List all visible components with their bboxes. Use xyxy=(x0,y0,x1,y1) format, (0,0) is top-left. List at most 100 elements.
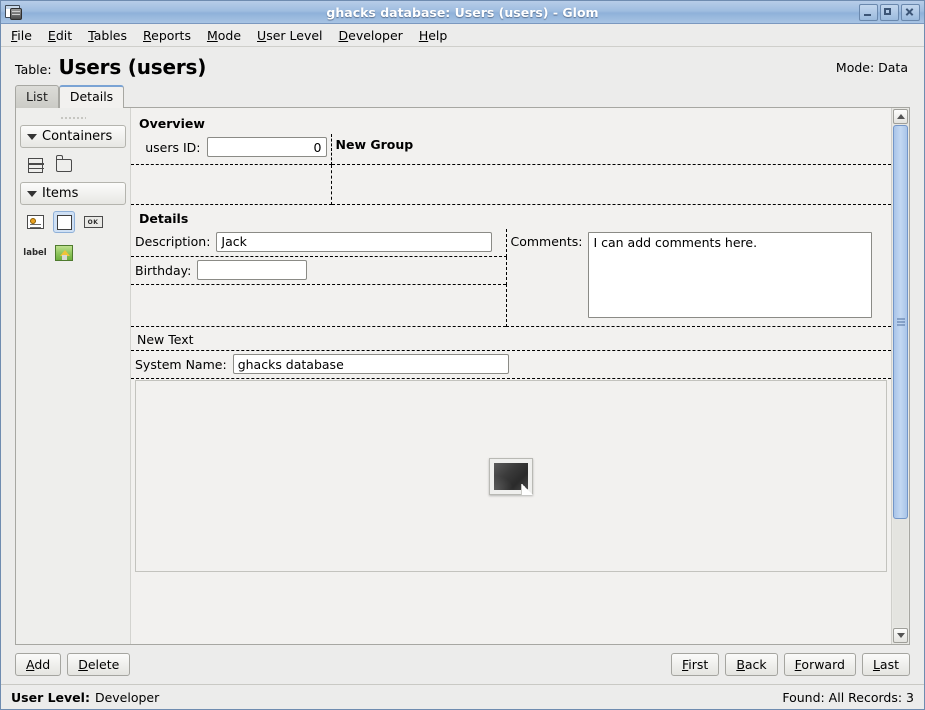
menu-mode-rest: ode xyxy=(217,27,242,43)
mode-indicator: Mode: Data xyxy=(835,59,908,75)
description-label: Description: xyxy=(135,234,211,249)
text-item-icon[interactable] xyxy=(53,211,75,233)
chevron-down-icon xyxy=(27,190,37,197)
image-placeholder-icon xyxy=(489,457,533,495)
scroll-thumb[interactable] xyxy=(893,125,908,519)
field-item-icon[interactable] xyxy=(24,211,46,233)
system-name-input[interactable] xyxy=(232,354,509,374)
description-input[interactable] xyxy=(216,231,493,252)
menu-developer-rest: eveloper xyxy=(348,27,403,43)
menu-reports[interactable]: Reports xyxy=(135,26,199,45)
image-field-frame[interactable] xyxy=(135,380,887,572)
group-title-details: Details xyxy=(139,210,189,226)
overview-layout-table: users ID: New Group xyxy=(131,134,891,205)
palette-items-label: Items xyxy=(42,186,79,201)
delete-button[interactable]: Delete xyxy=(67,653,131,676)
menu-mode[interactable]: Mode xyxy=(199,26,249,45)
palette-expander-items[interactable]: Items xyxy=(20,182,126,205)
menu-user-level[interactable]: User Level xyxy=(249,26,330,45)
chevron-down-icon xyxy=(27,133,37,140)
menu-help-rest: elp xyxy=(428,27,448,43)
action-bar: Add Delete First Back Forward Last xyxy=(1,645,924,684)
users-id-input[interactable] xyxy=(206,137,327,157)
menu-tables[interactable]: Tables xyxy=(80,26,135,45)
button-item-icon[interactable]: OK xyxy=(82,211,104,233)
comments-label: Comments: xyxy=(510,233,583,249)
group-title-overview: Overview xyxy=(139,116,205,131)
status-bar: User Level: Developer Found: All Records… xyxy=(1,684,924,709)
main-body: Containers Items OK label Overview users… xyxy=(1,107,924,645)
menu-user-level-rest: ser Level xyxy=(266,27,323,43)
tab-strip: List Details xyxy=(1,81,924,108)
scroll-up-button[interactable] xyxy=(893,109,908,124)
details-layout-table: Description: Comments: I can add comment… xyxy=(131,228,891,327)
page-title: Users (users) xyxy=(58,55,207,79)
minimize-button[interactable] xyxy=(859,3,878,21)
user-level-label: User Level: xyxy=(11,689,90,705)
palette-expander-containers[interactable]: Containers xyxy=(20,125,126,148)
tab-details[interactable]: Details xyxy=(58,85,125,108)
notebook-container-icon[interactable] xyxy=(53,154,75,176)
last-button-rest: ast xyxy=(879,657,899,672)
users-id-label: users ID: xyxy=(145,139,201,155)
forward-button-rest: orward xyxy=(801,657,845,672)
database-window-icon xyxy=(5,4,23,20)
palette-containers-label: Containers xyxy=(42,129,113,144)
records-status: Found: All Records: 3 xyxy=(782,689,914,705)
cell-overview-empty-right xyxy=(330,163,891,205)
user-level-value: Developer xyxy=(94,689,160,705)
add-button-rest: dd xyxy=(34,657,51,672)
menu-edit-rest: dit xyxy=(55,27,73,43)
close-button[interactable] xyxy=(901,3,920,21)
cell-details-empty xyxy=(131,284,507,327)
last-record-button[interactable]: Last xyxy=(861,653,910,676)
detail-canvas: Overview users ID: New Group xyxy=(131,108,891,644)
table-label: Table: xyxy=(15,62,52,77)
layout-palette: Containers Items OK label xyxy=(16,108,131,644)
image-item-icon[interactable] xyxy=(53,242,75,264)
cell-overview-empty-left xyxy=(131,163,332,205)
birthday-input[interactable] xyxy=(197,260,308,280)
glom-main-window: ghacks database: Users (users) - Glom Fi… xyxy=(0,0,925,710)
menu-reports-rest: eports xyxy=(151,27,191,43)
menu-bar: File Edit Tables Reports Mode User Level… xyxy=(1,24,924,47)
cell-comments: Comments: I can add comments here. xyxy=(505,228,891,327)
scroll-track[interactable] xyxy=(893,125,908,627)
cell-description: Description: xyxy=(131,228,507,257)
palette-items-row-2: label xyxy=(20,239,126,267)
tab-list[interactable]: List xyxy=(15,85,59,108)
palette-drag-handle[interactable] xyxy=(20,114,126,122)
label-item-icon-label: label xyxy=(23,248,47,258)
back-button-rest: ack xyxy=(744,657,767,672)
back-record-button[interactable]: Back xyxy=(725,653,778,676)
system-name-label: System Name: xyxy=(135,356,227,372)
list-container-icon[interactable] xyxy=(24,154,46,176)
palette-containers-row xyxy=(20,151,126,179)
forward-record-button[interactable]: Forward xyxy=(783,653,856,676)
content-frame: Containers Items OK label Overview users… xyxy=(15,107,910,645)
cell-users-id: users ID: xyxy=(131,134,332,165)
menu-edit[interactable]: Edit xyxy=(40,26,80,45)
vertical-scrollbar[interactable] xyxy=(891,108,909,644)
group-title-new-text: New Text xyxy=(137,332,194,347)
comments-textarea[interactable]: I can add comments here. xyxy=(588,231,873,318)
delete-button-rest: elete xyxy=(87,657,120,672)
scroll-down-button[interactable] xyxy=(893,628,908,643)
first-record-button[interactable]: First xyxy=(671,653,720,676)
cell-system-name: System Name: xyxy=(131,350,891,379)
record-nav-group: First Back Forward Last xyxy=(671,653,910,676)
add-button[interactable]: Add xyxy=(15,653,62,676)
menu-developer[interactable]: Developer xyxy=(331,26,411,45)
menu-file-rest: ile xyxy=(17,27,32,43)
button-item-icon-label: OK xyxy=(83,216,103,228)
menu-tables-rest: ables xyxy=(93,27,127,43)
menu-file[interactable]: File xyxy=(3,26,40,45)
maximize-button[interactable] xyxy=(880,3,899,21)
label-item-icon[interactable]: label xyxy=(23,242,47,264)
page-header: Table: Users (users) Mode: Data xyxy=(1,47,924,81)
first-button-rest: irst xyxy=(688,657,709,672)
menu-help[interactable]: Help xyxy=(411,26,456,45)
title-bar: ghacks database: Users (users) - Glom xyxy=(1,1,924,24)
cell-birthday: Birthday: xyxy=(131,256,507,285)
palette-items-row-1: OK xyxy=(20,208,126,236)
